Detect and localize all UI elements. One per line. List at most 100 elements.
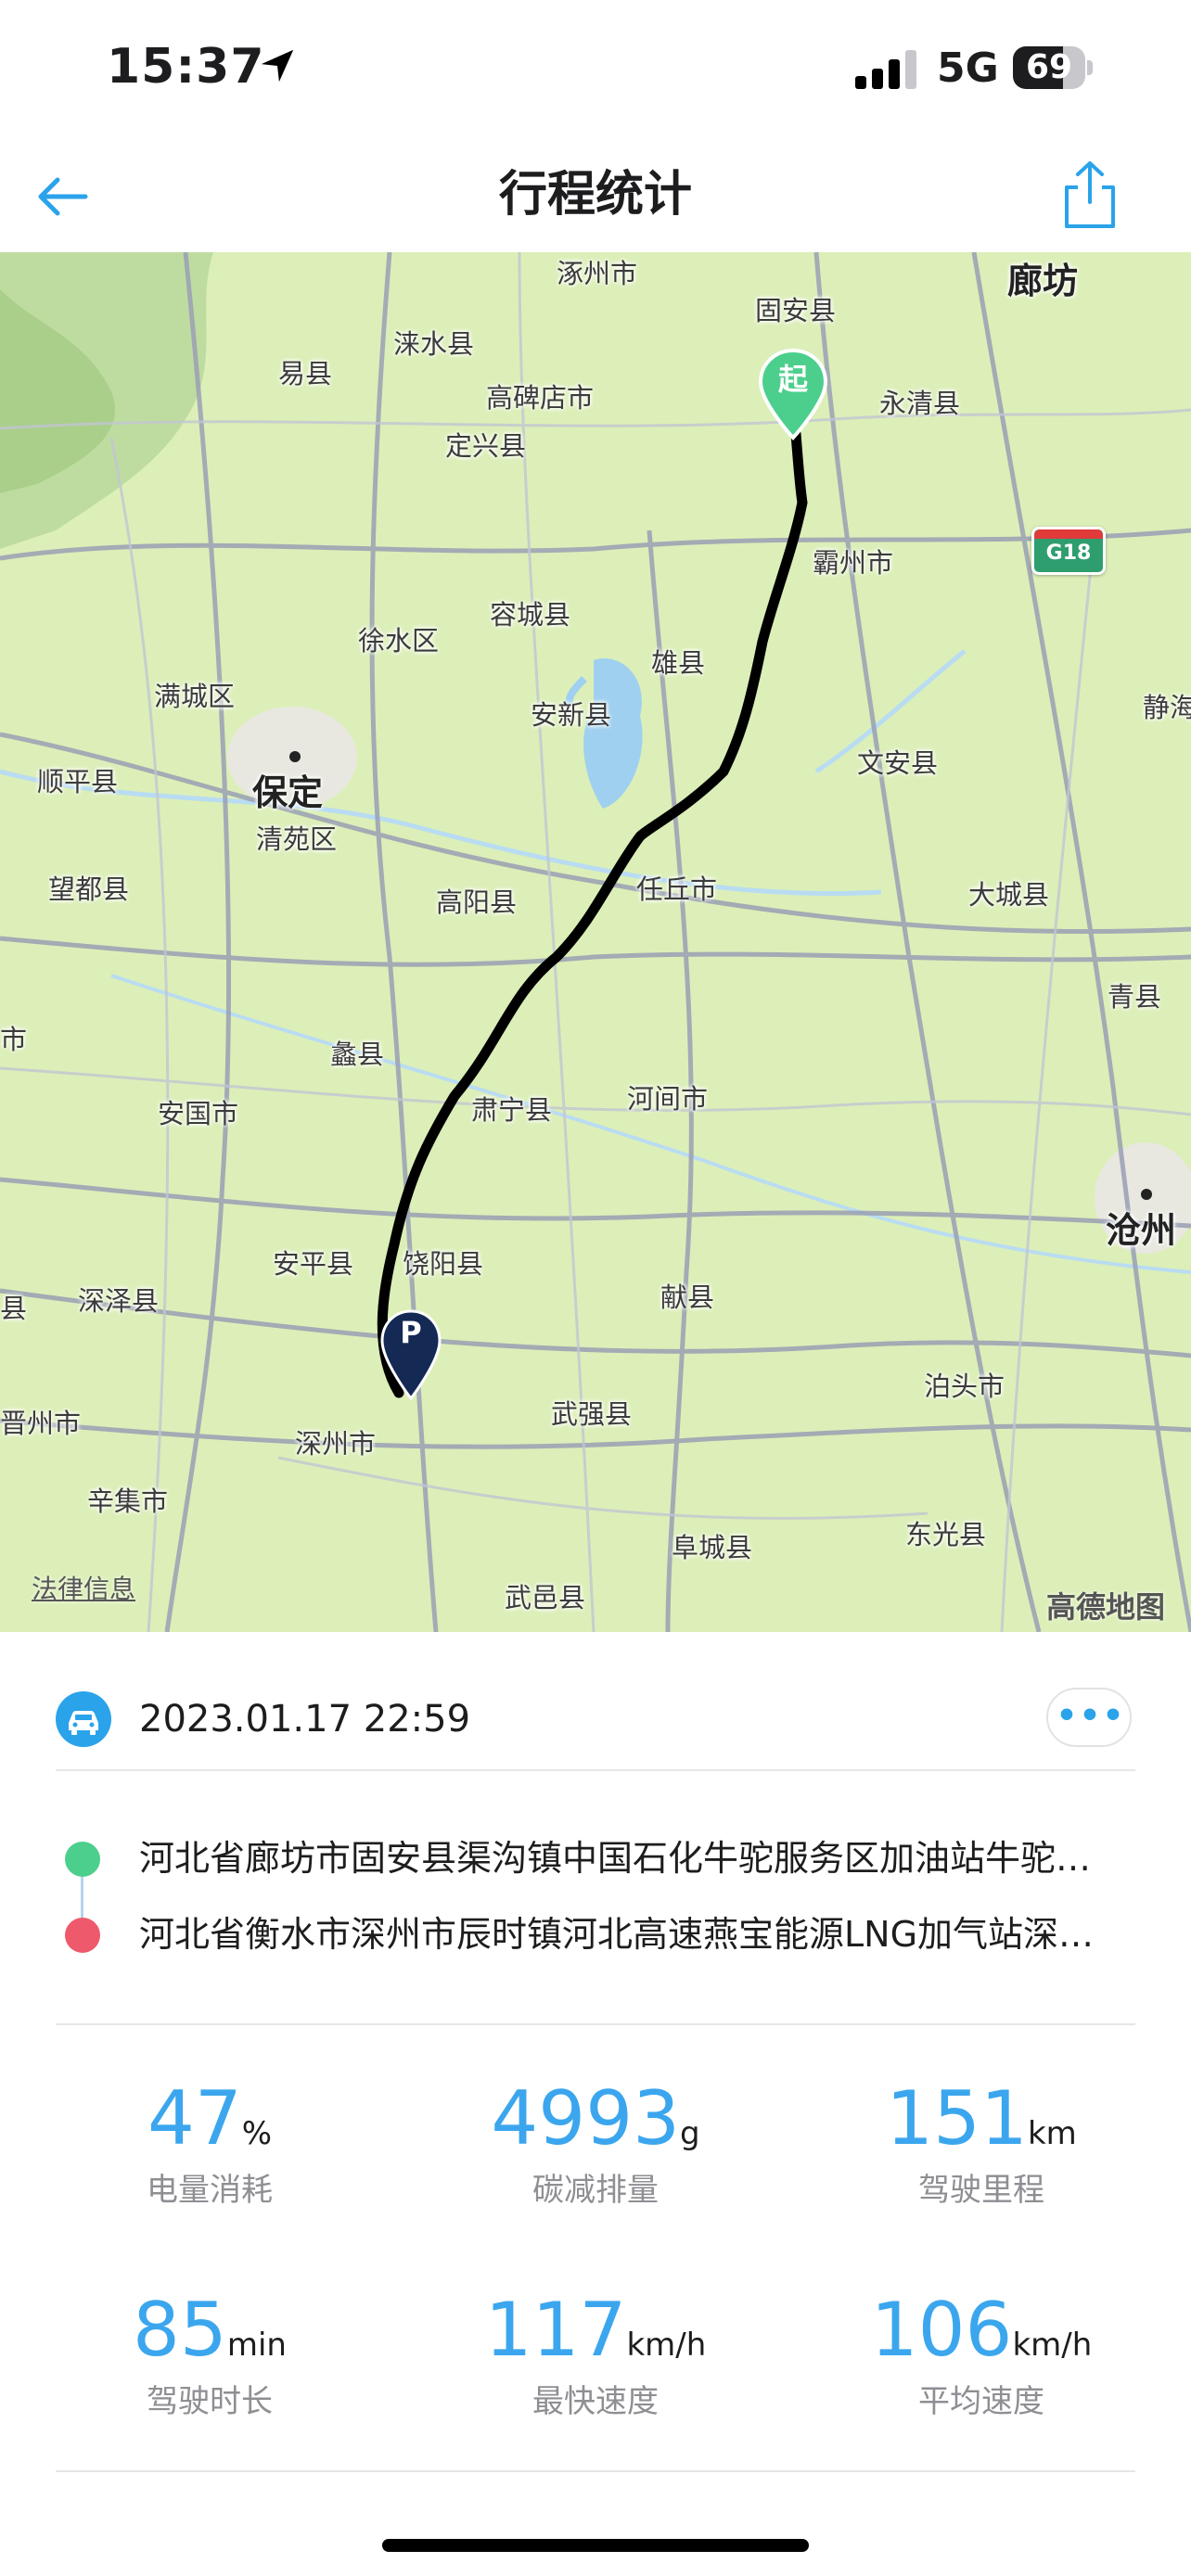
- status-time: 15:37: [107, 39, 265, 95]
- car-icon: [56, 1691, 111, 1747]
- map-label: 肃宁县: [471, 1094, 553, 1126]
- city-dot: [289, 751, 301, 762]
- map-label: 饶阳县: [403, 1248, 484, 1280]
- end-marker[interactable]: P: [380, 1309, 442, 1402]
- more-button[interactable]: •••: [1046, 1688, 1132, 1747]
- status-bar: 15:37 5G 69: [0, 0, 1191, 139]
- stat-value: 151: [886, 2075, 1028, 2162]
- stat-max-speed: 117km/h 最快速度: [419, 2289, 772, 2421]
- stat-unit: km/h: [626, 2327, 707, 2364]
- map-label: 定兴县: [445, 430, 527, 462]
- map-label: 静海: [1143, 692, 1191, 723]
- map-label: 望都县: [48, 874, 130, 905]
- map-label: 永清县: [879, 388, 961, 419]
- map-label: 任丘市: [636, 874, 718, 905]
- map-label: 文安县: [857, 747, 939, 779]
- more-dots-icon: •••: [1056, 1697, 1126, 1735]
- map-label: 河间市: [627, 1083, 709, 1115]
- map-label: 东光县: [905, 1519, 987, 1550]
- network-type: 5G: [937, 45, 999, 92]
- home-indicator[interactable]: [382, 2539, 809, 2552]
- start-marker-label: 起: [777, 362, 808, 397]
- map-label: 青县: [1108, 981, 1162, 1013]
- stat-value: 4993: [491, 2075, 680, 2162]
- share-icon[interactable]: [1057, 156, 1122, 234]
- stat-label: 最快速度: [532, 2383, 659, 2420]
- map-label: 安国市: [158, 1098, 239, 1129]
- map-label: 顺平县: [37, 766, 119, 797]
- end-dot-icon: [65, 1918, 100, 1953]
- map-label: 安平县: [273, 1248, 354, 1280]
- stat-unit: km: [1027, 2115, 1077, 2152]
- map-label: 涞水县: [393, 328, 475, 360]
- stat-unit: %: [241, 2115, 273, 2152]
- end-marker-label: P: [400, 1315, 422, 1350]
- battery-icon: 69: [1013, 46, 1093, 89]
- map-label: 高碑店市: [486, 382, 595, 414]
- highway-shield: G18: [1031, 527, 1106, 575]
- stat-battery-usage: 47% 电量消耗: [33, 2077, 386, 2210]
- page-title: 行程统计: [498, 167, 692, 223]
- stat-value: 47: [147, 2075, 242, 2162]
- map-provider-logo: 高德地图: [1046, 1589, 1166, 1625]
- map-label: 廊坊: [1007, 261, 1079, 301]
- stat-avg-speed: 106km/h 平均速度: [805, 2289, 1158, 2421]
- start-marker[interactable]: 起: [759, 349, 827, 441]
- map-label: 满城区: [154, 681, 236, 712]
- divider: [56, 2023, 1135, 2025]
- end-address: 河北省衡水市深州市辰时镇河北高速燕宝能源LNG加气站深…: [139, 1914, 1095, 1955]
- stat-label: 驾驶里程: [918, 2172, 1044, 2209]
- map-label: 深州市: [295, 1428, 377, 1460]
- nav-bar: 行程统计: [0, 139, 1191, 252]
- map-label: 阜城县: [672, 1532, 753, 1563]
- stat-value: 85: [133, 2287, 227, 2373]
- battery-percent: 69: [1025, 48, 1073, 86]
- stat-unit: g: [680, 2115, 700, 2152]
- map-label: 大城县: [968, 879, 1050, 911]
- map-label: 保定: [252, 772, 324, 813]
- trip-datetime: 2023.01.17 22:59: [139, 1698, 471, 1741]
- stat-label: 碳减排量: [532, 2172, 659, 2209]
- map-label: 深泽县: [78, 1285, 160, 1317]
- map-label: 易县: [278, 358, 333, 389]
- start-address: 河北省廊坊市固安县渠沟镇中国石化牛驼服务区加油站牛驼…: [139, 1838, 1092, 1879]
- stat-duration: 85min 驾驶时长: [33, 2289, 386, 2421]
- stat-label: 驾驶时长: [147, 2383, 273, 2420]
- stat-carbon-reduction: 4993g 碳减排量: [419, 2077, 772, 2210]
- map-label: 武邑县: [505, 1582, 586, 1613]
- cellular-signal-icon: [855, 50, 916, 89]
- map-label: 雄县: [651, 647, 706, 679]
- legal-info-link[interactable]: 法律信息: [32, 1569, 135, 1606]
- map-label: 安新县: [531, 699, 612, 731]
- stat-distance: 151km 驾驶里程: [805, 2077, 1158, 2210]
- map-label: 泊头市: [924, 1371, 1005, 1402]
- stat-unit: min: [226, 2327, 287, 2364]
- divider: [56, 2470, 1135, 2472]
- map-label: 高阳县: [436, 886, 518, 918]
- stat-label: 平均速度: [918, 2383, 1044, 2420]
- map-label: 沧州: [1106, 1210, 1177, 1251]
- stat-value: 106: [870, 2287, 1013, 2373]
- map-label: 武强县: [551, 1398, 633, 1430]
- map-label: 容城县: [490, 599, 571, 631]
- map-label: 县: [0, 1293, 28, 1324]
- map-label: 涿州市: [557, 258, 638, 289]
- start-dot-icon: [65, 1842, 100, 1877]
- map-label: 献县: [660, 1282, 715, 1313]
- divider: [56, 1769, 1135, 1771]
- trip-header: 2023.01.17 22:59 •••: [56, 1688, 1135, 1769]
- city-dot: [1141, 1189, 1152, 1200]
- map-label: 市: [0, 1024, 28, 1055]
- map-label: 徐水区: [358, 625, 440, 657]
- map-label: 清苑区: [256, 823, 338, 855]
- stat-label: 电量消耗: [147, 2172, 273, 2209]
- stat-unit: km/h: [1012, 2327, 1093, 2364]
- map-label: 蠡县: [330, 1039, 385, 1070]
- map-label: 霸州市: [813, 547, 894, 579]
- route-map[interactable]: 涿州市 廊坊 固安县 易县 涞水县 高碑店市 永清县 定兴县 霸州市 容城县 徐…: [0, 252, 1191, 1632]
- stat-value: 117: [484, 2287, 627, 2373]
- map-label: 辛集市: [87, 1486, 169, 1517]
- map-label: 固安县: [755, 295, 837, 326]
- location-arrow-icon: [261, 49, 294, 83]
- map-label: 晋州市: [0, 1408, 82, 1439]
